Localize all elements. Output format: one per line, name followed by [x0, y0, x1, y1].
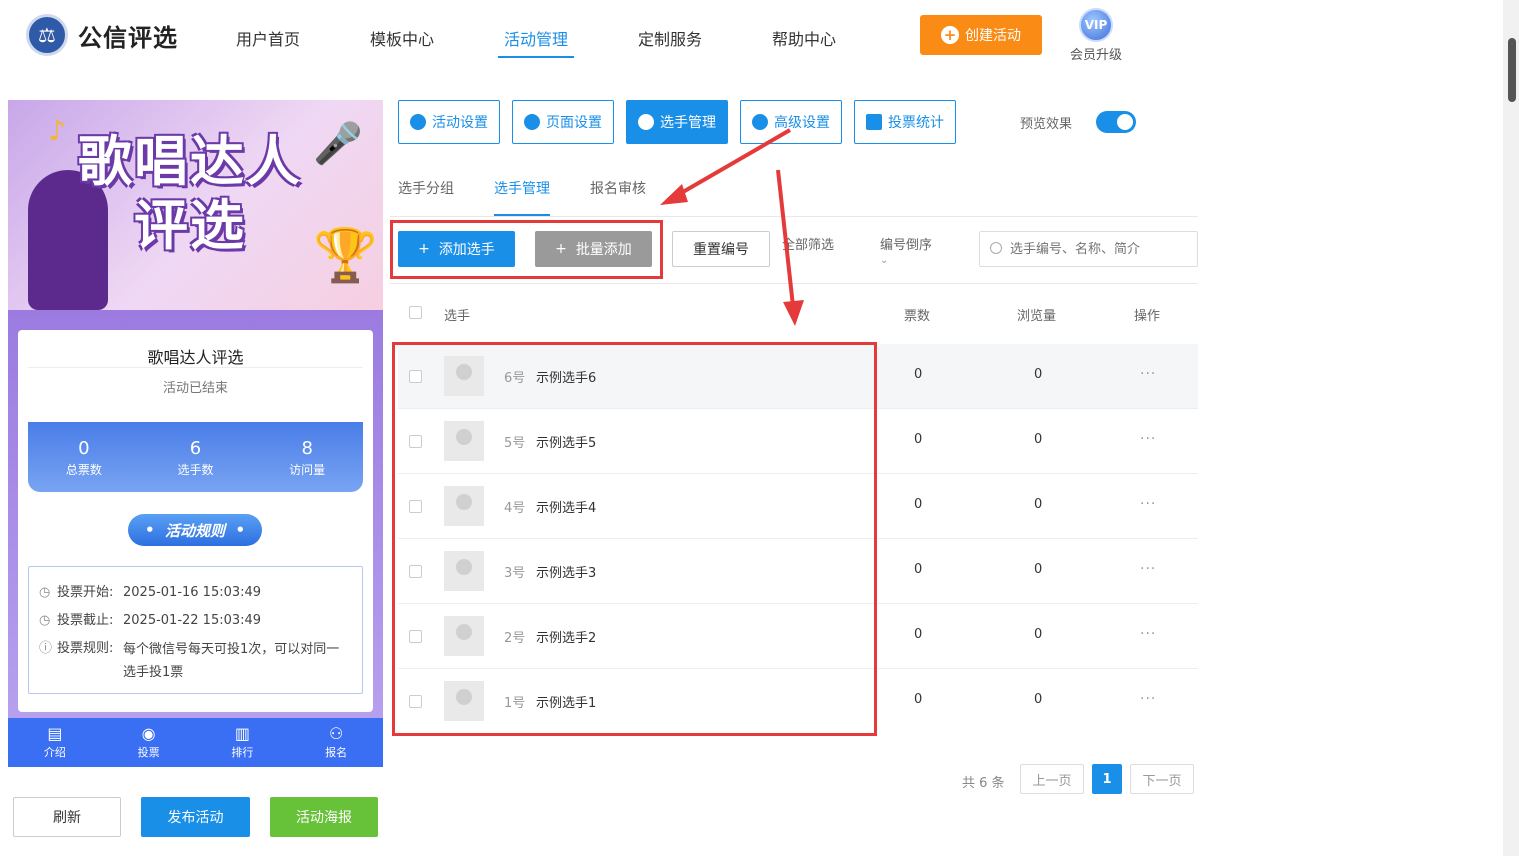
annotation-arrow-head — [783, 300, 804, 326]
pagination-total: 共 6 条 — [962, 776, 1005, 791]
page-1-button[interactable]: 1 — [1092, 764, 1122, 794]
annotation-arrow-head — [660, 184, 688, 205]
next-page-button[interactable]: 下一页 — [1130, 764, 1194, 794]
prev-page-button[interactable]: 上一页 — [1020, 764, 1084, 794]
annotation-arrow-line — [674, 128, 792, 198]
annotation-arrow-line — [776, 169, 795, 307]
annotation-arrows — [660, 128, 804, 326]
scrollbar-thumb[interactable] — [1508, 38, 1516, 102]
scrollbar-track[interactable] — [1503, 0, 1519, 856]
